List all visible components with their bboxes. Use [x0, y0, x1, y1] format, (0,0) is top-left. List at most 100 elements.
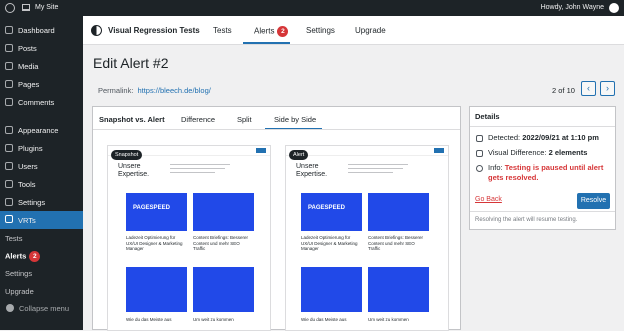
dashboard-icon: [5, 26, 13, 34]
comparison-title: Snapshot vs. Alert: [99, 115, 165, 124]
info-row: Info: Testing is paused until alert gets…: [476, 163, 612, 183]
sidebar-item-pages[interactable]: Pages: [0, 76, 83, 92]
resolve-note: Resolving the alert will resume testing.: [475, 217, 578, 223]
user-greeting[interactable]: Howdy, John Wayne: [541, 4, 604, 11]
difference-icon: [476, 149, 483, 157]
home-icon[interactable]: [22, 4, 30, 11]
submenu-item-tests[interactable]: Tests: [0, 231, 83, 246]
plugin-icon: [5, 144, 13, 152]
sidebar-item-posts[interactable]: Posts: [0, 40, 83, 56]
pager-count: 2 of 10: [552, 86, 575, 95]
pin-icon: [5, 44, 13, 52]
plugin-title: Visual Regression Tests: [108, 26, 200, 35]
site-name-link[interactable]: My Site: [35, 4, 58, 11]
submenu-item-settings[interactable]: Settings: [0, 266, 83, 281]
user-icon: [5, 162, 13, 170]
submenu-item-upgrade[interactable]: Upgrade: [0, 284, 83, 299]
tab-tests[interactable]: Tests: [213, 26, 232, 35]
sidebar-item-tools[interactable]: Tools: [0, 176, 83, 192]
vrts-icon: [5, 215, 13, 223]
submenu-item-alerts[interactable]: Alerts 2: [0, 248, 83, 263]
card-text: Wie du das Meiste aus: [126, 317, 172, 322]
settings-icon: [5, 198, 13, 206]
sidebar-item-dashboard[interactable]: Dashboard: [0, 22, 83, 38]
card-text: Um weit zu kommen: [193, 317, 234, 322]
go-back-link[interactable]: Go Back: [475, 196, 502, 203]
brush-icon: [5, 126, 13, 134]
media-icon: [5, 62, 13, 70]
pagespeed-card-image: PAGESPEED: [126, 193, 187, 231]
screenshot-heading: Unsere Expertise.: [118, 163, 149, 179]
card-image: [368, 267, 429, 312]
divider: [93, 129, 460, 130]
content-briefings-card-image: [193, 193, 254, 231]
screenshot-heading: Unsere Expertise.: [296, 163, 327, 179]
card-text: Wie du das Meiste aus: [301, 317, 347, 322]
screenshot-heading-line: Expertise.: [118, 171, 150, 178]
card-text: Ladezeit Optimierung für UX/UI Designer …: [301, 235, 358, 251]
permalink-row: Permalink: https://bleech.de/blog/: [98, 86, 211, 95]
comment-icon: [5, 98, 13, 106]
calendar-icon: [476, 134, 483, 142]
collapse-arrow-icon: [6, 304, 14, 312]
active-tab-indicator: [243, 42, 290, 44]
screenshot-text-line: [170, 168, 225, 169]
sidebar-item-media[interactable]: Media: [0, 58, 83, 74]
avatar[interactable]: [609, 3, 619, 13]
page-icon: [5, 80, 13, 88]
screenshot-header-button: [256, 148, 266, 153]
screenshot-header: [286, 146, 448, 156]
plugin-top-nav: Visual Regression Tests Tests Alerts 2 Se…: [83, 16, 624, 45]
tab-side-by-side[interactable]: Side by Side: [274, 115, 316, 124]
resolve-button[interactable]: Resolve: [577, 193, 610, 209]
details-panel: Details Detected: 2022/09/21 at 1:10 pm …: [469, 106, 616, 230]
card-text: Content Briefings: Besserer Content und …: [368, 235, 424, 251]
permalink-link[interactable]: https://bleech.de/blog/: [137, 86, 210, 95]
sidebar-item-plugins[interactable]: Plugins: [0, 140, 83, 156]
sidebar-item-users[interactable]: Users: [0, 158, 83, 174]
details-title: Details: [475, 112, 500, 121]
screenshot-text-line: [170, 164, 230, 165]
card-text: Ladezeit Optimierung für UX/UI Designer …: [126, 235, 183, 251]
info-icon: [476, 164, 483, 172]
wordpress-logo-icon[interactable]: [5, 3, 15, 13]
page-title: Edit Alert #2: [93, 55, 169, 71]
previous-alert-button[interactable]: ‹: [581, 81, 596, 96]
sidebar-item-comments[interactable]: Comments: [0, 94, 83, 110]
vrts-logo-icon: [91, 25, 102, 36]
alerts-count-badge: 2: [29, 251, 41, 262]
tab-alerts[interactable]: Alerts 2: [254, 26, 289, 37]
next-alert-button[interactable]: ›: [600, 81, 615, 96]
alert-screenshot[interactable]: Alert Unsere Expertise. PAGESPEED Ladezei…: [285, 145, 449, 331]
wrench-icon: [5, 180, 13, 188]
screenshot-text-line: [348, 168, 403, 169]
alert-label: Alert: [289, 150, 309, 160]
card-image: [301, 267, 362, 312]
snapshot-label: Snapshot: [111, 150, 143, 160]
pagespeed-card-image: PAGESPEED: [301, 193, 362, 231]
admin-bar: My Site Howdy, John Wayne: [0, 0, 624, 16]
card-title: PAGESPEED: [133, 205, 170, 211]
card-text: Um weit zu kommen: [368, 317, 409, 322]
screenshot-text-line: [348, 164, 408, 165]
tab-settings[interactable]: Settings: [306, 26, 335, 35]
alerts-count-badge: 2: [277, 26, 289, 37]
screenshot-text-line: [170, 172, 215, 173]
collapse-menu-button[interactable]: Collapse menu: [0, 300, 83, 316]
tab-split[interactable]: Split: [237, 115, 252, 124]
comparison-panel: Snapshot vs. Alert Difference Split Side…: [92, 106, 461, 331]
sidebar-item-vrts[interactable]: VRTs: [0, 211, 83, 229]
sidebar-item-appearance[interactable]: Appearance: [0, 122, 83, 138]
visual-difference-row: Visual Difference: 2 elements: [476, 148, 587, 157]
tab-upgrade[interactable]: Upgrade: [355, 26, 386, 35]
screenshot-heading-line: Unsere: [296, 163, 319, 170]
sidebar-item-settings[interactable]: Settings: [0, 194, 83, 210]
screenshot-header-button: [434, 148, 444, 153]
divider: [470, 126, 615, 127]
screenshot-text-line: [348, 172, 393, 173]
screenshot-heading-line: Expertise.: [296, 171, 328, 178]
tab-difference[interactable]: Difference: [181, 115, 215, 124]
card-title: PAGESPEED: [308, 205, 345, 211]
snapshot-screenshot[interactable]: Snapshot Unsere Expertise. PAGESPEED Lade…: [107, 145, 271, 331]
screenshot-heading-line: Unsere: [118, 163, 141, 170]
